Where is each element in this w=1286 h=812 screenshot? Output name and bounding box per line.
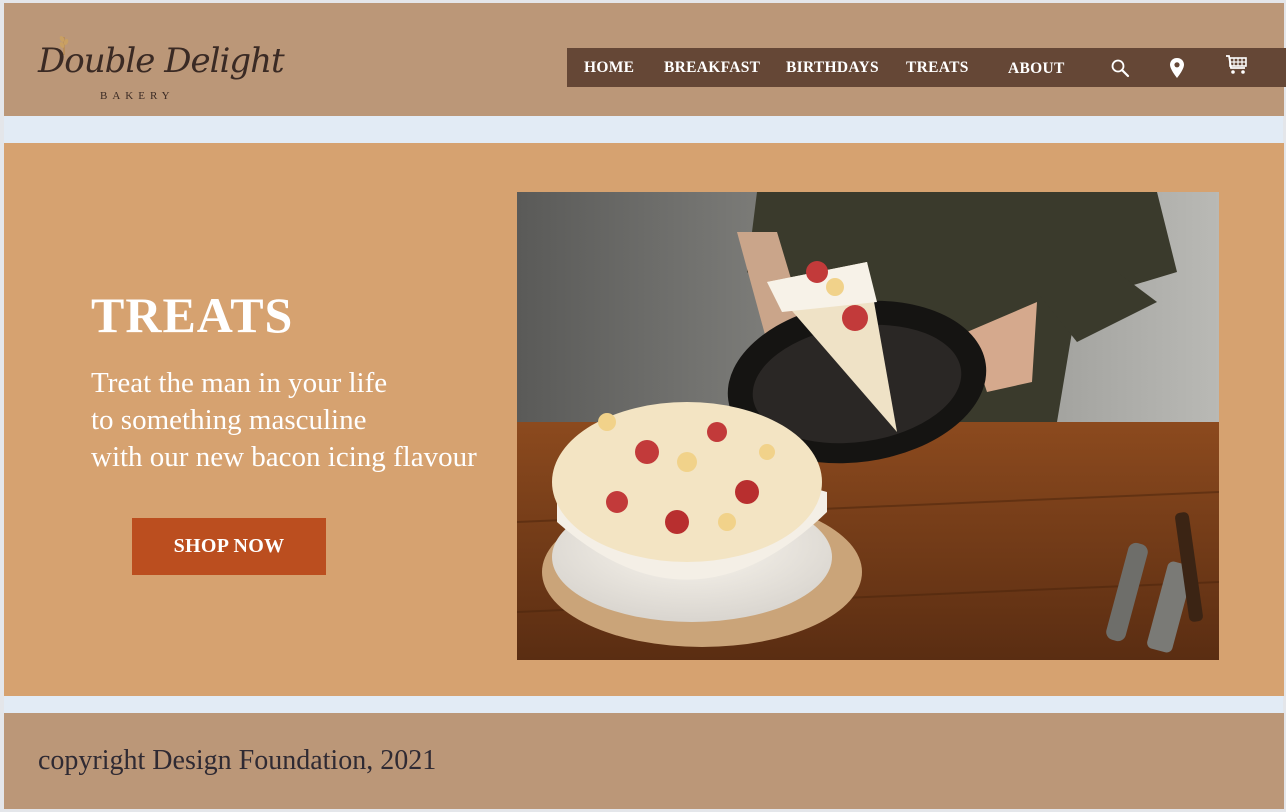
site-footer: copyright Design Foundation, 2021: [4, 713, 1284, 809]
shopping-cart-icon[interactable]: [1222, 45, 1252, 84]
hero-cake-image: [517, 192, 1219, 660]
brand-name: Double Delight: [38, 41, 285, 81]
nav-item-birthdays[interactable]: BIRTHDAYS: [786, 48, 879, 87]
brand-tagline: BAKERY: [100, 90, 175, 102]
hero-title: TREATS: [91, 287, 294, 343]
location-pin-icon[interactable]: [1166, 48, 1188, 87]
nav-item-about[interactable]: ABOUT: [1008, 49, 1065, 88]
nav-item-breakfast[interactable]: BREAKFAST: [664, 48, 760, 87]
copyright-text: copyright Design Foundation, 2021: [38, 745, 437, 776]
search-icon[interactable]: [1108, 48, 1132, 87]
hero-text-line-2: to something masculine: [91, 404, 367, 436]
nav-item-treats[interactable]: TREATS: [906, 48, 969, 87]
main-nav: HOME BREAKFAST BIRTHDAYS TREATS ABOUT: [567, 48, 1286, 87]
hero-section: TREATS Treat the man in your life to som…: [4, 143, 1284, 696]
shop-now-button[interactable]: SHOP NOW: [132, 518, 326, 575]
hero-text-line-1: Treat the man in your life: [91, 367, 388, 399]
brand-logo[interactable]: Double Delight BAKERY: [38, 33, 285, 105]
hero-text-line-3: with our new bacon icing flavour: [91, 441, 477, 473]
site-header: Double Delight BAKERY HOME BREAKFAST BIR…: [4, 3, 1286, 116]
nav-item-home[interactable]: HOME: [584, 48, 634, 87]
